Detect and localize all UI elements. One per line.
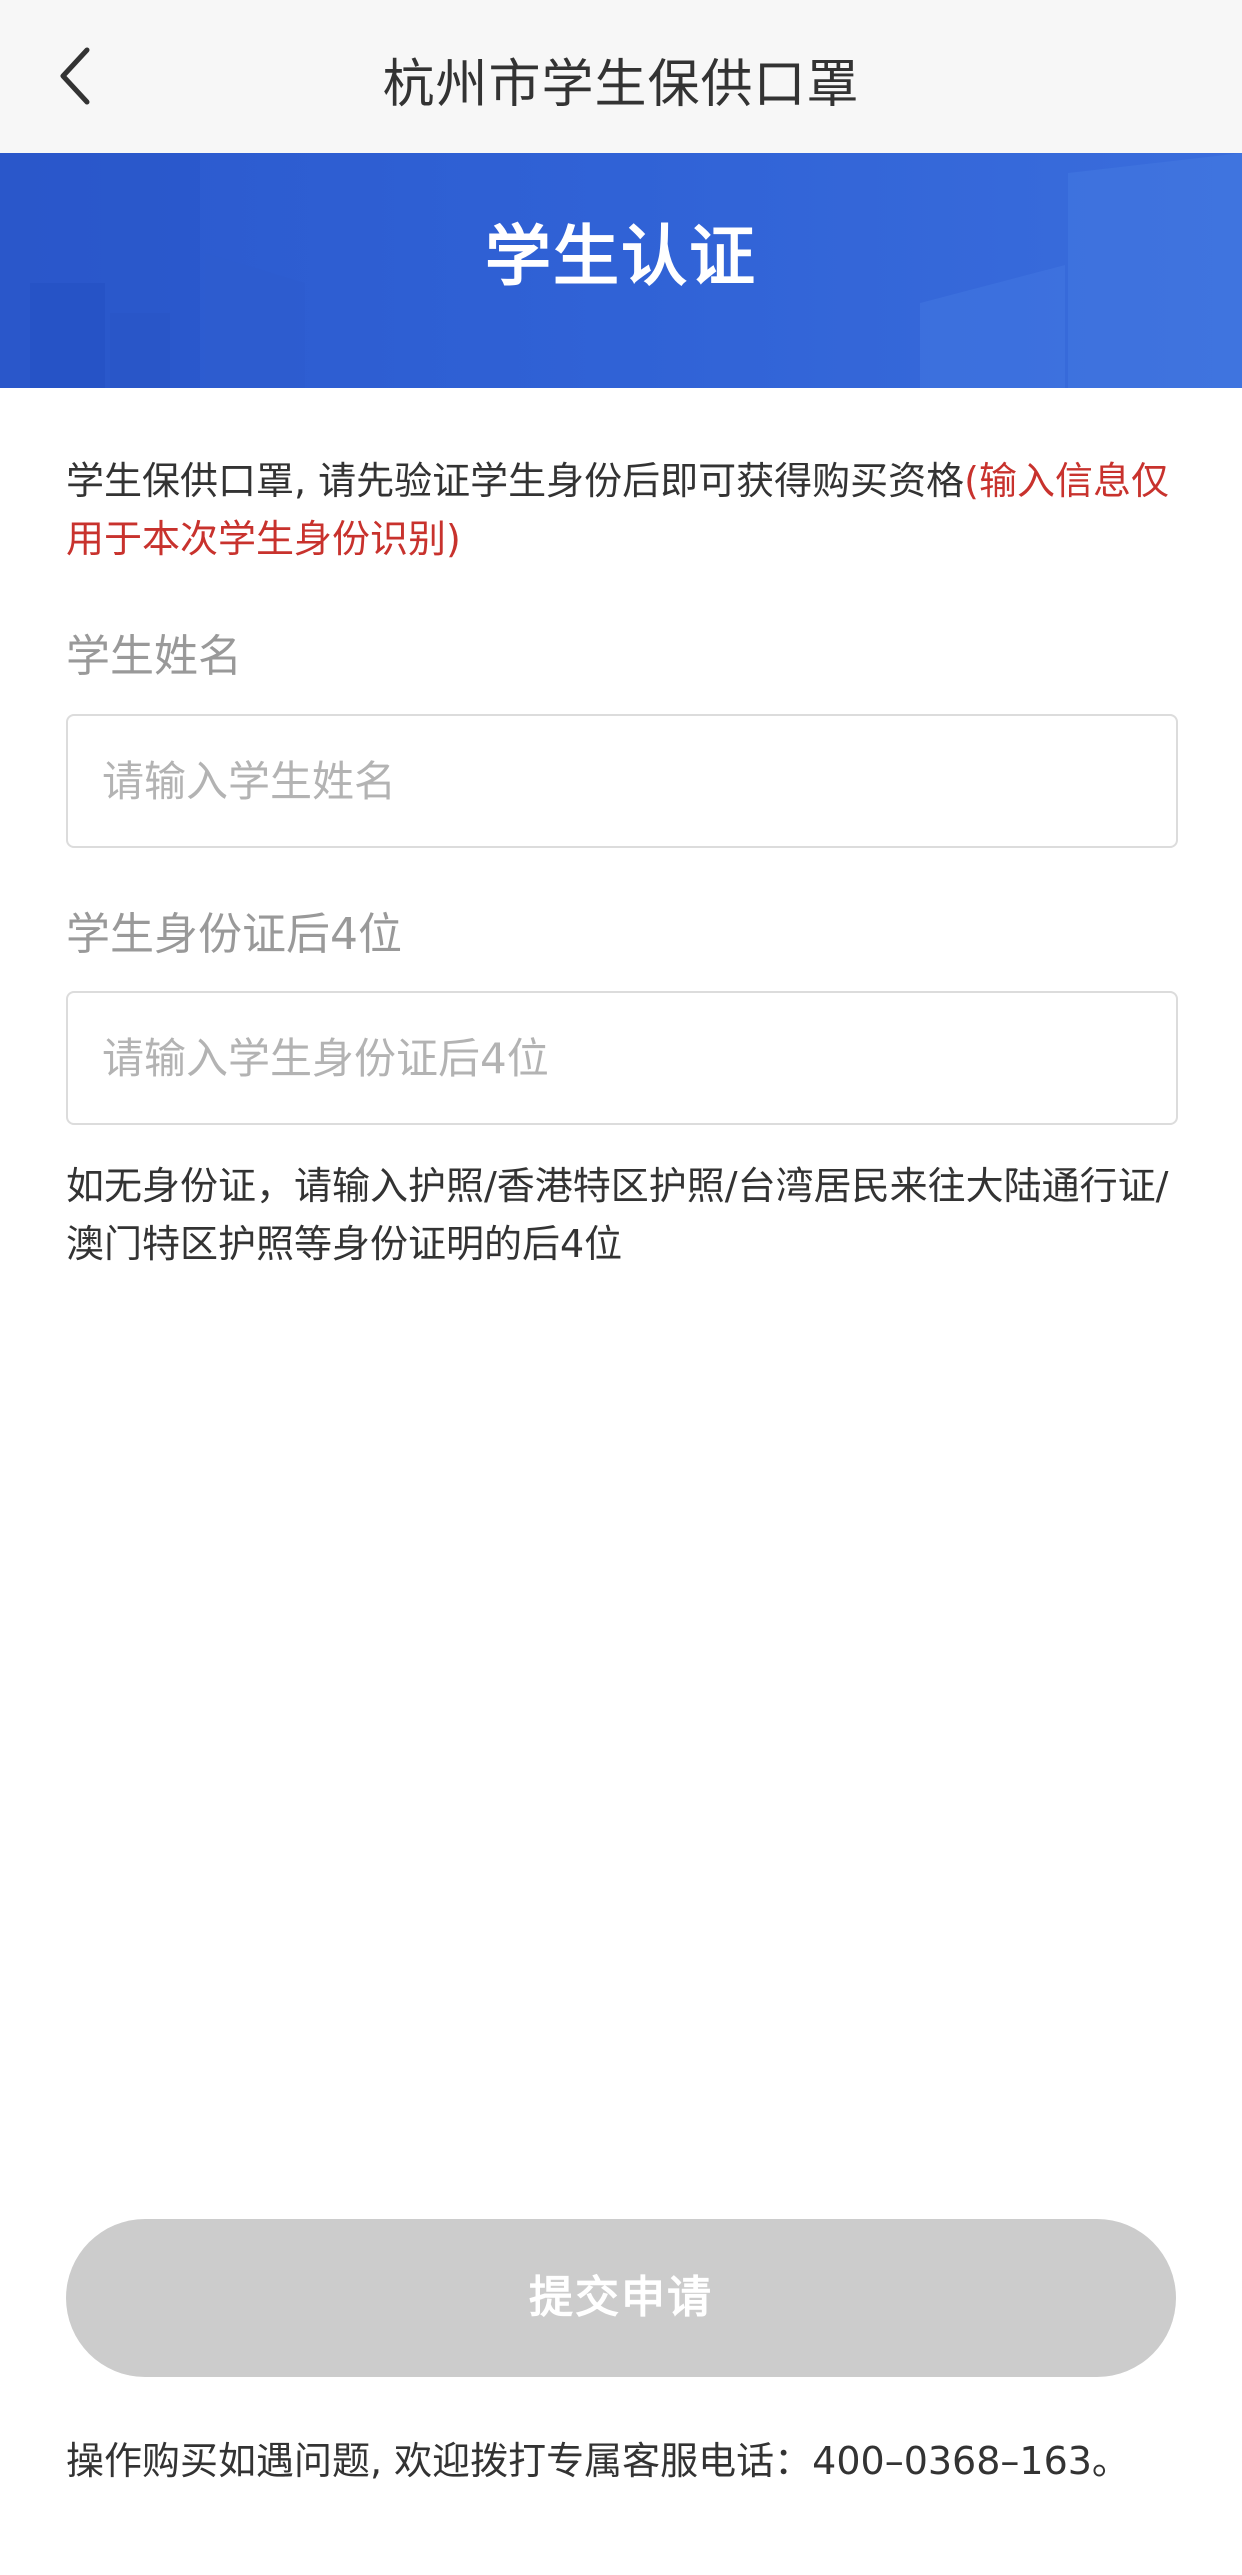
id-label: 学生身份证后4位 (66, 909, 402, 960)
student-name-input[interactable] (68, 716, 1176, 846)
id-field-box (66, 991, 1178, 1125)
banner: 学生认证 (0, 153, 1242, 388)
name-field-box (66, 714, 1178, 848)
page-title: 杭州市学生保供口罩 (382, 55, 860, 115)
submit-button[interactable]: 提交申请 (66, 2219, 1176, 2377)
name-label: 学生姓名 (66, 631, 242, 682)
id-hint-text: 如无身份证，请输入护照/香港特区护照/台湾居民来往大陆通行证/澳门特区护照等身份… (66, 1164, 1169, 1266)
intro-main-text: 学生保供口罩, 请先验证学生身份后即可获得购买资格 (66, 459, 965, 503)
customer-service-note: 操作购买如遇问题, 欢迎拨打专属客服电话：400–0368–163。 (66, 2439, 1130, 2483)
intro-text: 学生保供口罩, 请先验证学生身份后即可获得购买资格(输入信息仅用于本次学生身份识… (66, 452, 1186, 568)
banner-title: 学生认证 (485, 218, 757, 295)
nav-bar: 杭州市学生保供口罩 (0, 0, 1242, 153)
student-id-last4-input[interactable] (68, 993, 1176, 1123)
